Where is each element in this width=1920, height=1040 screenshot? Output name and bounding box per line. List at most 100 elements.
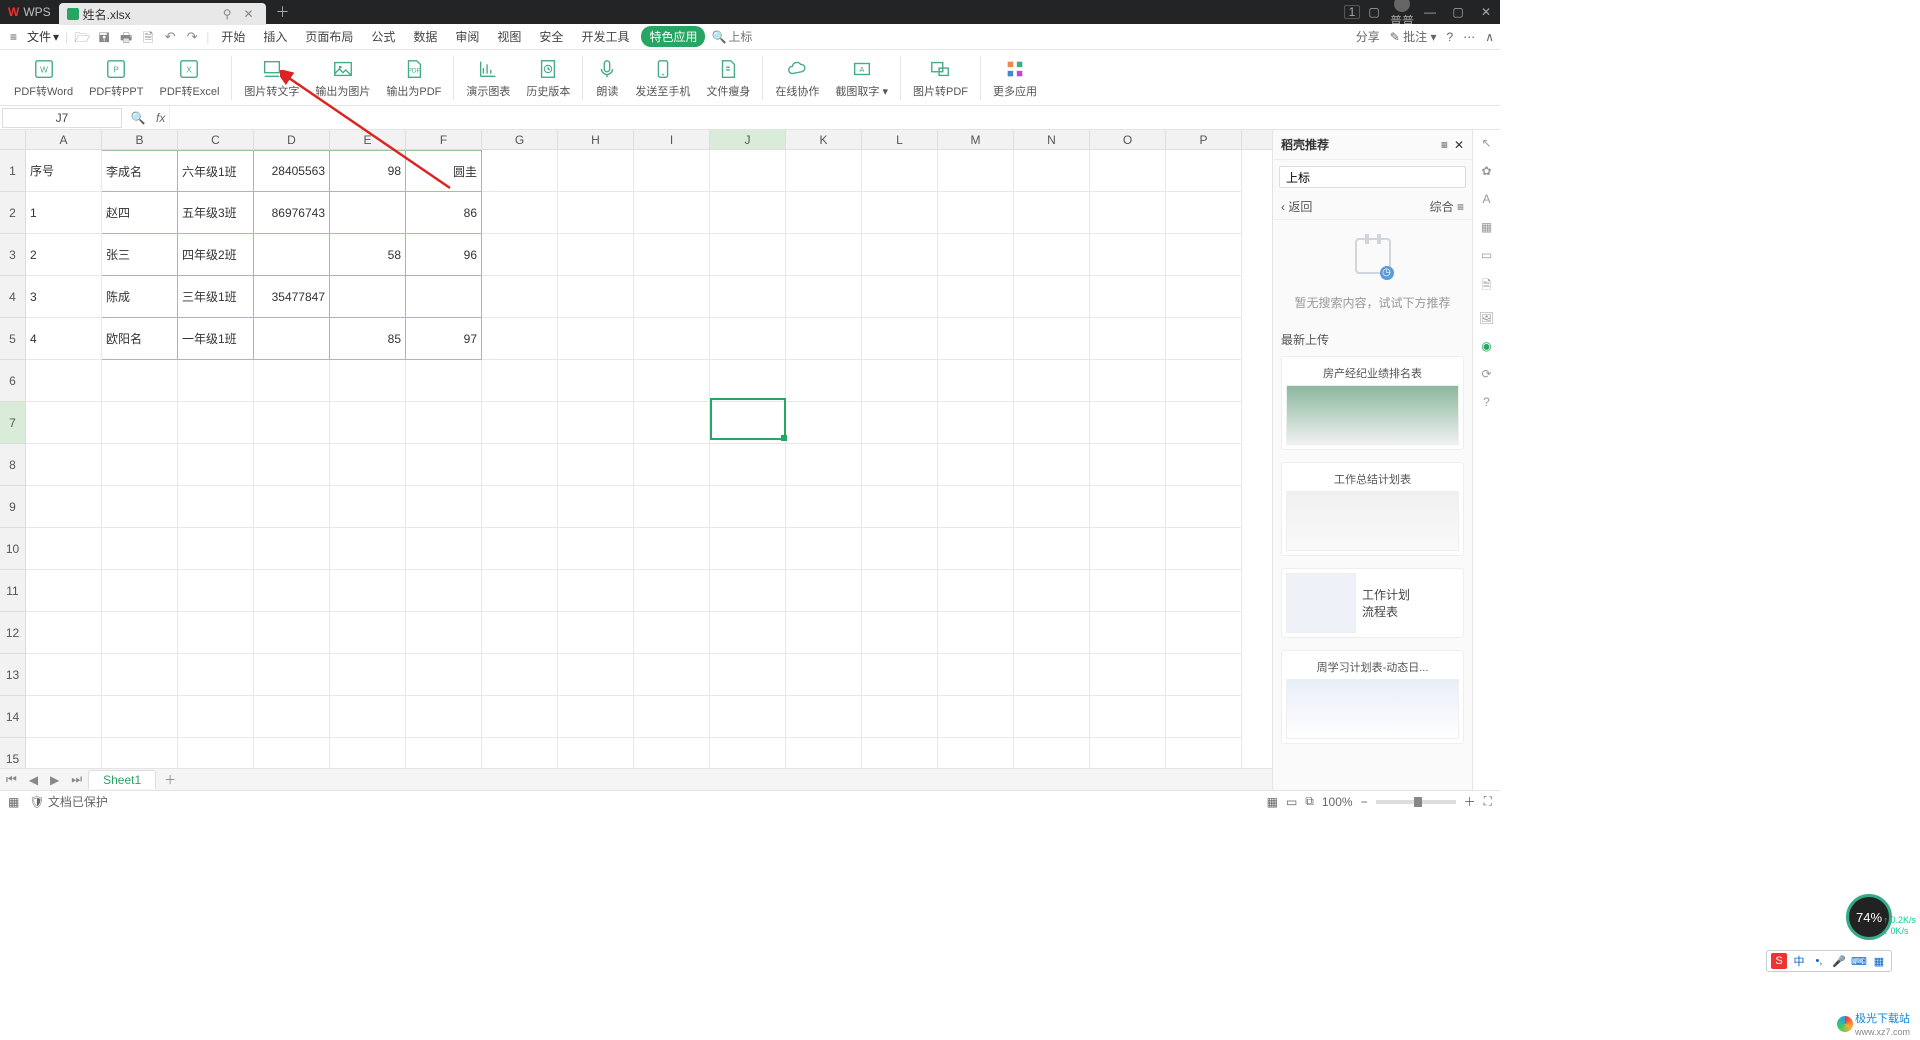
cell[interactable] [254,486,330,528]
col-F[interactable]: F [406,130,482,149]
cell[interactable] [1166,654,1242,696]
cell[interactable] [634,192,710,234]
cell[interactable] [482,654,558,696]
cell[interactable] [862,486,938,528]
btn-slimfile[interactable]: 文件瘦身 [698,57,758,99]
cell[interactable] [178,402,254,444]
btn-send-phone[interactable]: 发送至手机 [627,57,698,99]
tab-close-icon[interactable]: ✕ [239,7,257,21]
row-header[interactable]: 12 [0,612,26,654]
btn-history[interactable]: 历史版本 [518,57,578,99]
cell[interactable] [634,654,710,696]
cell[interactable] [634,612,710,654]
cell[interactable] [26,738,102,768]
cell[interactable] [330,276,406,318]
cell[interactable] [330,654,406,696]
cell[interactable] [1166,402,1242,444]
formula-input[interactable] [169,106,1500,129]
cell[interactable] [254,738,330,768]
cell[interactable] [558,738,634,768]
col-J[interactable]: J [710,130,786,149]
cell[interactable] [710,738,786,768]
cell[interactable] [1166,150,1242,192]
btn-more-apps[interactable]: 更多应用 [985,57,1045,99]
btn-pdf2word[interactable]: WPDF转Word [6,57,81,99]
cell[interactable] [1090,738,1166,768]
cell[interactable] [482,696,558,738]
cell[interactable] [1014,654,1090,696]
cell[interactable] [1166,612,1242,654]
zoom-out-icon[interactable]: − [1361,795,1368,809]
cell[interactable] [178,528,254,570]
cell[interactable] [634,150,710,192]
sidepanel-close-icon[interactable]: ✕ [1454,138,1464,152]
cell[interactable] [710,696,786,738]
cell[interactable]: 98 [330,150,406,192]
btn-img2pdf[interactable]: 图片转PDF [905,57,976,99]
cell[interactable] [634,360,710,402]
grid-icon[interactable]: ▦ [1481,220,1492,234]
cell[interactable] [938,150,1014,192]
comment-button[interactable]: ✎ 批注 ▾ [1390,28,1437,45]
cell[interactable] [634,444,710,486]
cell[interactable] [330,360,406,402]
page-icon[interactable]: ▭ [1481,248,1492,262]
cell[interactable] [26,444,102,486]
cell[interactable] [938,570,1014,612]
btn-collab[interactable]: 在线协作 [767,57,827,99]
row-header[interactable]: 6 [0,360,26,402]
cell[interactable]: 1 [26,192,102,234]
cell[interactable] [1166,486,1242,528]
cell[interactable] [1014,360,1090,402]
sidepanel-filter[interactable]: 综合 ≡ [1430,198,1464,215]
col-H[interactable]: H [558,130,634,149]
cell[interactable] [482,738,558,768]
cell[interactable] [254,570,330,612]
cell[interactable] [786,528,862,570]
cell[interactable]: 96 [406,234,482,276]
cell[interactable] [254,444,330,486]
print-icon[interactable]: 🖶 [118,29,134,45]
btn-read[interactable]: 朗读 [587,57,627,99]
col-E[interactable]: E [330,130,406,149]
cell[interactable]: 28405563 [254,150,330,192]
btn-export-image[interactable]: 输出为图片 [307,57,378,99]
cell[interactable] [178,360,254,402]
cell[interactable] [862,318,938,360]
col-O[interactable]: O [1090,130,1166,149]
cell[interactable]: 35477847 [254,276,330,318]
cell[interactable] [330,486,406,528]
btn-pdf2ppt[interactable]: PPDF转PPT [81,57,151,99]
menu-start[interactable]: 开始 [215,28,251,45]
cell[interactable] [482,318,558,360]
col-I[interactable]: I [634,130,710,149]
cell[interactable] [938,276,1014,318]
cell[interactable] [102,612,178,654]
cell[interactable] [938,612,1014,654]
cell[interactable] [1014,192,1090,234]
cell[interactable] [862,612,938,654]
cell[interactable] [862,234,938,276]
cell[interactable] [178,654,254,696]
cell[interactable] [26,696,102,738]
cell[interactable] [102,570,178,612]
cell[interactable] [1090,276,1166,318]
preview-icon[interactable]: 🗎 [140,29,156,45]
cell[interactable] [786,654,862,696]
menu-search-input[interactable] [728,30,808,44]
cell[interactable] [710,318,786,360]
cell[interactable]: 86976743 [254,192,330,234]
cell[interactable] [1090,444,1166,486]
cell[interactable] [786,402,862,444]
cell[interactable] [1014,486,1090,528]
cell[interactable] [26,654,102,696]
close-button[interactable]: ✕ [1472,5,1500,19]
cell[interactable]: 4 [26,318,102,360]
cell[interactable]: 三年级1班 [178,276,254,318]
image-icon[interactable]: 🖼 [1479,311,1494,325]
col-P[interactable]: P [1166,130,1242,149]
cell[interactable] [862,192,938,234]
cell[interactable] [1166,738,1242,768]
cell[interactable] [938,696,1014,738]
name-box[interactable]: J7 [2,108,122,128]
